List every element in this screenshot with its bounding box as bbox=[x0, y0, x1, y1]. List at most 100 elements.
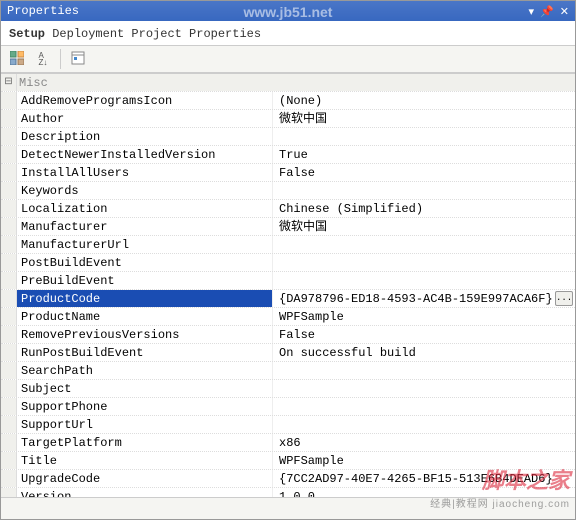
property-name[interactable]: Keywords bbox=[17, 182, 273, 199]
property-row[interactable]: RunPostBuildEventOn successful build bbox=[1, 344, 575, 362]
property-value[interactable]: False bbox=[273, 326, 575, 343]
property-value[interactable] bbox=[273, 380, 575, 397]
property-name[interactable]: PreBuildEvent bbox=[17, 272, 273, 289]
property-value[interactable] bbox=[273, 362, 575, 379]
property-name[interactable]: PostBuildEvent bbox=[17, 254, 273, 271]
property-row[interactable]: UpgradeCode{7CC2AD97-40E7-4265-BF15-513E… bbox=[1, 470, 575, 488]
property-row[interactable]: PostBuildEvent bbox=[1, 254, 575, 272]
property-name[interactable]: SupportPhone bbox=[17, 398, 273, 415]
row-gutter bbox=[1, 218, 17, 235]
description-pane bbox=[1, 497, 575, 519]
row-gutter bbox=[1, 164, 17, 181]
property-name[interactable]: TargetPlatform bbox=[17, 434, 273, 451]
property-value[interactable]: False bbox=[273, 164, 575, 181]
category-row[interactable]: ⊟ Misc bbox=[1, 74, 575, 92]
property-row[interactable]: SupportPhone bbox=[1, 398, 575, 416]
property-value[interactable]: Chinese (Simplified) bbox=[273, 200, 575, 217]
property-row[interactable]: Keywords bbox=[1, 182, 575, 200]
row-gutter bbox=[1, 362, 17, 379]
property-row[interactable]: ProductCode{DA978796-ED18-4593-AC4B-159E… bbox=[1, 290, 575, 308]
property-name[interactable]: ProductName bbox=[17, 308, 273, 325]
property-row[interactable]: RemovePreviousVersionsFalse bbox=[1, 326, 575, 344]
property-value[interactable]: On successful build bbox=[273, 344, 575, 361]
property-name[interactable]: SearchPath bbox=[17, 362, 273, 379]
toolbar-separator bbox=[60, 49, 61, 69]
property-value[interactable]: (None) bbox=[273, 92, 575, 109]
category-label: Misc bbox=[17, 74, 575, 91]
property-row[interactable]: SearchPath bbox=[1, 362, 575, 380]
property-row[interactable]: AddRemoveProgramsIcon(None) bbox=[1, 92, 575, 110]
property-row[interactable]: Description bbox=[1, 128, 575, 146]
property-name[interactable]: Author bbox=[17, 110, 273, 127]
row-gutter bbox=[1, 308, 17, 325]
pin-icon[interactable]: 📌 bbox=[540, 5, 554, 18]
property-value[interactable] bbox=[273, 182, 575, 199]
categorized-button[interactable] bbox=[5, 48, 29, 70]
category-expander[interactable]: ⊟ bbox=[1, 74, 17, 91]
subtitle-rest: Deployment Project Properties bbox=[52, 27, 261, 41]
property-row[interactable]: TargetPlatformx86 bbox=[1, 434, 575, 452]
close-icon[interactable]: ✕ bbox=[560, 5, 569, 18]
row-gutter bbox=[1, 470, 17, 487]
dropdown-icon[interactable]: ▾ bbox=[529, 5, 535, 18]
property-row[interactable]: Subject bbox=[1, 380, 575, 398]
property-row[interactable]: InstallAllUsersFalse bbox=[1, 164, 575, 182]
row-gutter bbox=[1, 146, 17, 163]
property-name[interactable]: ManufacturerUrl bbox=[17, 236, 273, 253]
subtitle-bold: Setup bbox=[9, 27, 45, 41]
row-gutter bbox=[1, 128, 17, 145]
property-pages-icon bbox=[71, 51, 85, 68]
property-row[interactable]: PreBuildEvent bbox=[1, 272, 575, 290]
property-value[interactable] bbox=[273, 236, 575, 253]
property-row[interactable]: Author微软中国 bbox=[1, 110, 575, 128]
categorized-icon bbox=[10, 51, 24, 68]
row-gutter bbox=[1, 272, 17, 289]
row-gutter bbox=[1, 326, 17, 343]
toolbar: AZ↓ bbox=[1, 45, 575, 73]
property-value[interactable]: True bbox=[273, 146, 575, 163]
property-name[interactable]: AddRemoveProgramsIcon bbox=[17, 92, 273, 109]
property-row[interactable]: SupportUrl bbox=[1, 416, 575, 434]
ellipsis-button[interactable]: ... bbox=[555, 291, 573, 306]
row-gutter bbox=[1, 434, 17, 451]
alphabetical-icon: AZ↓ bbox=[39, 52, 48, 66]
property-name[interactable]: Manufacturer bbox=[17, 218, 273, 235]
property-name[interactable]: UpgradeCode bbox=[17, 470, 273, 487]
property-row[interactable]: Manufacturer微软中国 bbox=[1, 218, 575, 236]
window-title: Properties bbox=[7, 4, 79, 18]
property-grid[interactable]: ⊟ Misc AddRemoveProgramsIcon(None)Author… bbox=[1, 73, 575, 529]
property-name[interactable]: Title bbox=[17, 452, 273, 469]
row-gutter bbox=[1, 236, 17, 253]
property-pages-button[interactable] bbox=[66, 48, 90, 70]
row-gutter bbox=[1, 452, 17, 469]
property-value[interactable]: 微软中国 bbox=[273, 218, 575, 235]
property-value[interactable] bbox=[273, 128, 575, 145]
property-name[interactable]: ProductCode bbox=[17, 290, 273, 307]
property-value[interactable]: WPFSample bbox=[273, 308, 575, 325]
property-row[interactable]: ProductNameWPFSample bbox=[1, 308, 575, 326]
property-row[interactable]: LocalizationChinese (Simplified) bbox=[1, 200, 575, 218]
alphabetical-button[interactable]: AZ↓ bbox=[31, 48, 55, 70]
property-name[interactable]: Subject bbox=[17, 380, 273, 397]
property-name[interactable]: SupportUrl bbox=[17, 416, 273, 433]
property-value[interactable]: {DA978796-ED18-4593-AC4B-159E997ACA6F}..… bbox=[273, 290, 575, 307]
property-value[interactable] bbox=[273, 416, 575, 433]
row-gutter bbox=[1, 344, 17, 361]
row-gutter bbox=[1, 92, 17, 109]
property-name[interactable]: RemovePreviousVersions bbox=[17, 326, 273, 343]
property-value[interactable] bbox=[273, 398, 575, 415]
property-name[interactable]: InstallAllUsers bbox=[17, 164, 273, 181]
property-name[interactable]: Localization bbox=[17, 200, 273, 217]
property-value[interactable] bbox=[273, 272, 575, 289]
property-value[interactable]: {7CC2AD97-40E7-4265-BF15-513E6B4DEAD6} bbox=[273, 470, 575, 487]
property-name[interactable]: RunPostBuildEvent bbox=[17, 344, 273, 361]
property-value[interactable] bbox=[273, 254, 575, 271]
property-name[interactable]: Description bbox=[17, 128, 273, 145]
property-value[interactable]: 微软中国 bbox=[273, 110, 575, 127]
property-value[interactable]: x86 bbox=[273, 434, 575, 451]
property-row[interactable]: TitleWPFSample bbox=[1, 452, 575, 470]
property-row[interactable]: DetectNewerInstalledVersionTrue bbox=[1, 146, 575, 164]
property-value[interactable]: WPFSample bbox=[273, 452, 575, 469]
property-row[interactable]: ManufacturerUrl bbox=[1, 236, 575, 254]
property-name[interactable]: DetectNewerInstalledVersion bbox=[17, 146, 273, 163]
